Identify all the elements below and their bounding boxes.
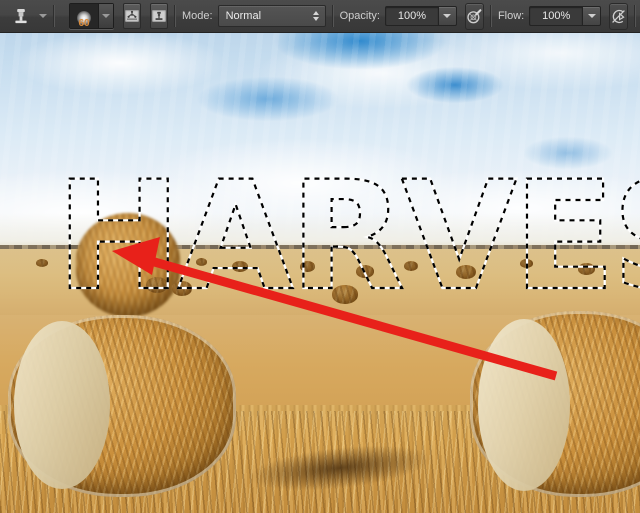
pressure-opacity-icon	[612, 9, 626, 23]
bale-distant	[456, 265, 476, 279]
pressure-opacity-toggle-button[interactable]	[609, 2, 629, 30]
bale-distant	[404, 261, 418, 271]
bale-left-end-cap	[14, 321, 110, 489]
stepper-icon[interactable]	[311, 11, 322, 21]
flow-label: Flow:	[497, 10, 525, 22]
bale-small	[332, 285, 358, 304]
chevron-down-icon	[443, 14, 452, 18]
clone-stamp-icon[interactable]	[9, 4, 33, 28]
flow-field[interactable]: 100%	[529, 6, 602, 26]
bale-midground	[76, 213, 180, 317]
divider	[331, 5, 334, 27]
brush-preview[interactable]: 60	[70, 4, 98, 28]
chevron-down-icon	[102, 14, 110, 18]
flow-value[interactable]: 100%	[529, 6, 583, 26]
brush-preset-dropdown-button[interactable]	[98, 4, 113, 28]
toggle-brush-panel-button[interactable]	[123, 3, 141, 29]
document-canvas[interactable]: .antbase{ font-family:"DejaVu Sans", san…	[0, 33, 640, 513]
bale-distant	[300, 261, 315, 272]
divider	[634, 5, 637, 27]
brush-preset-picker[interactable]: 60	[69, 3, 114, 29]
bale-distant	[232, 261, 248, 272]
flow-dropdown-button[interactable]	[582, 6, 602, 26]
mode-label: Mode:	[182, 10, 213, 22]
tool-options-bar: 60 Mode: Normal Opacity: 100% Flow: 100%	[0, 0, 640, 33]
divider	[53, 5, 55, 27]
airbrush-toggle-button[interactable]	[464, 2, 484, 30]
bale-right-end-cap	[478, 319, 570, 491]
bale-distant	[578, 263, 595, 275]
opacity-field[interactable]: 100%	[384, 6, 457, 26]
opacity-value[interactable]: 100%	[384, 6, 438, 26]
toggle-clone-source-panel-button[interactable]	[150, 3, 168, 29]
bale-distant	[36, 259, 48, 267]
bale-distant	[520, 259, 533, 268]
divider	[174, 5, 176, 27]
brush-size-label: 60	[78, 18, 90, 28]
mode-select[interactable]: Normal	[217, 5, 326, 27]
bale-small	[146, 277, 168, 293]
divider	[489, 5, 492, 27]
airbrush-icon	[467, 8, 482, 23]
bale-distant	[356, 265, 374, 278]
bale-small	[172, 281, 192, 296]
mode-value: Normal	[225, 10, 262, 22]
opacity-dropdown-button[interactable]	[437, 6, 457, 26]
opacity-label: Opacity:	[339, 10, 380, 22]
photoshop-window: 60 Mode: Normal Opacity: 100% Flow: 100%…	[0, 0, 640, 513]
chevron-down-icon[interactable]	[39, 14, 47, 18]
tool-preset-picker[interactable]	[9, 0, 47, 32]
bale-distant	[196, 258, 207, 266]
chevron-down-icon	[587, 14, 596, 18]
